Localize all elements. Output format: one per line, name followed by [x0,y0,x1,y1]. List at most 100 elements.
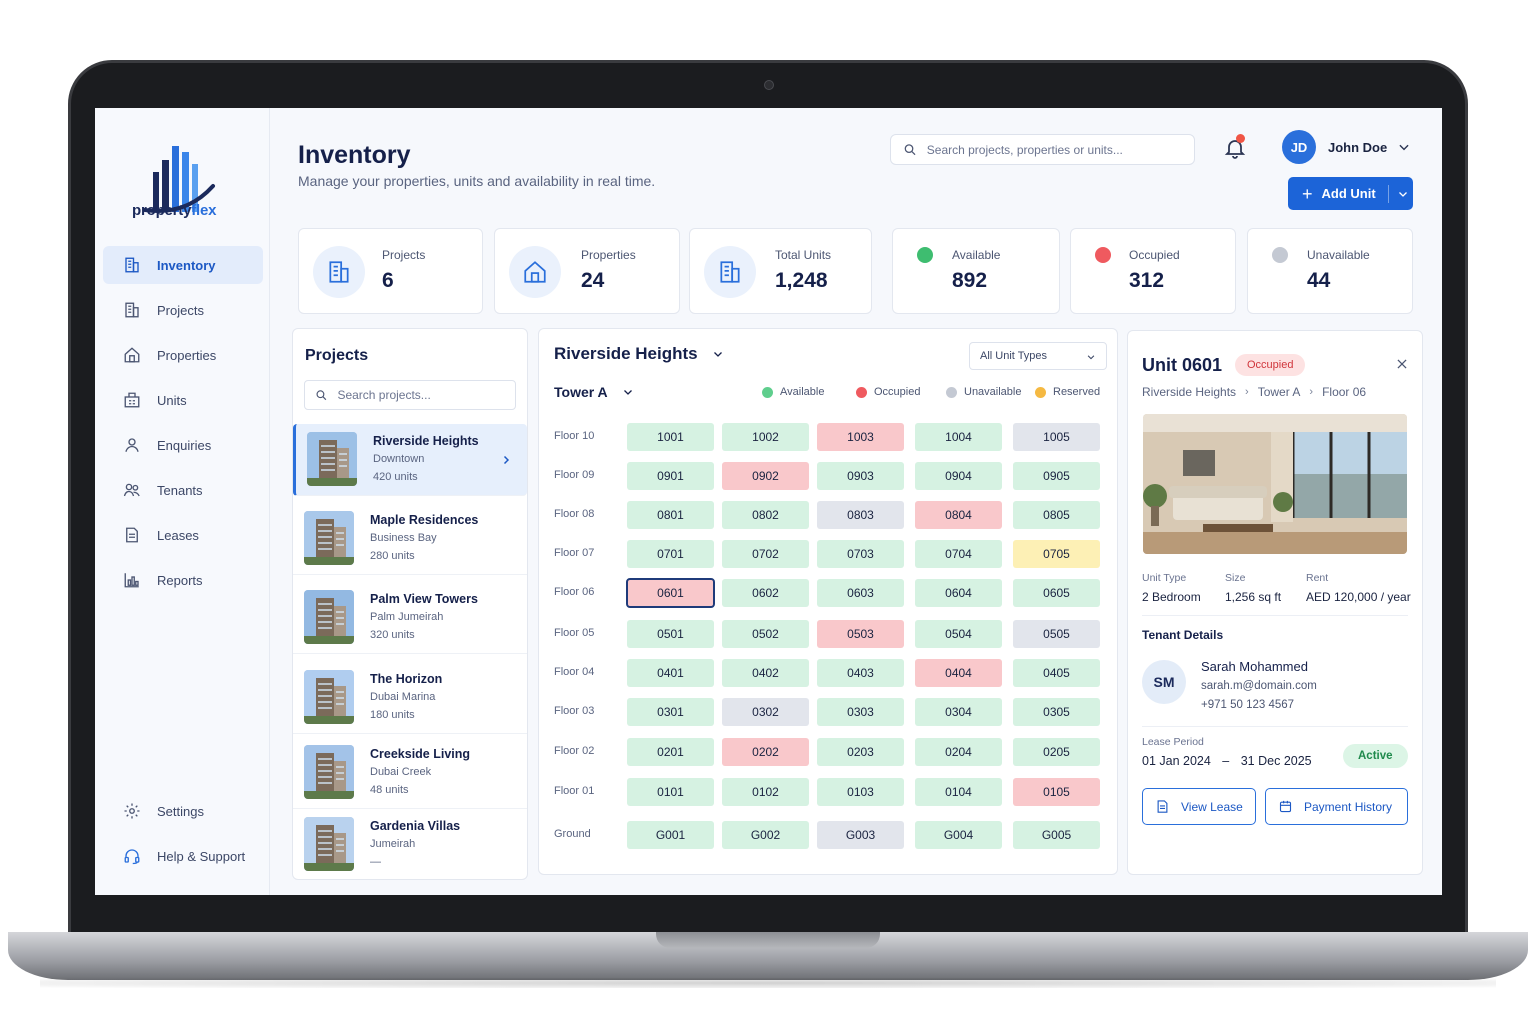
unit-cell[interactable]: 0101 [627,778,714,806]
unit-cell[interactable]: 0803 [817,501,904,529]
unit-cell[interactable]: 0703 [817,540,904,568]
unit-cell[interactable]: 0801 [627,501,714,529]
unit-cell[interactable]: 0404 [915,659,1002,687]
unit-cell[interactable]: 0904 [915,462,1002,490]
chevron-down-icon[interactable] [1397,140,1411,154]
unit-cell[interactable]: G005 [1013,821,1100,849]
brand-name: propertyflex [132,202,217,219]
sidebar-item-settings[interactable]: Settings [103,792,263,830]
unit-cell[interactable]: 1005 [1013,423,1100,451]
project-item[interactable]: The Horizon Dubai Marina 180 units [293,662,527,734]
sidebar-item-tenants[interactable]: Tenants [103,471,263,509]
tower-name: Tower A [554,384,608,400]
project-item[interactable]: Riverside Heights Downtown 420 units [293,424,527,496]
unit-cell[interactable]: 0902 [722,462,809,490]
sidebar-item-reports[interactable]: Reports [103,561,263,599]
unit-cell[interactable]: 0304 [915,698,1002,726]
tenant-email[interactable]: sarah.m@domain.com [1201,680,1317,692]
sidebar-item-help[interactable]: Help & Support [103,837,263,875]
lease-separator: – [1222,754,1230,768]
unit-cell[interactable]: 0701 [627,540,714,568]
unit-cell[interactable]: 0601 [626,578,715,608]
document-icon [126,527,138,543]
unit-cell[interactable]: 1004 [915,423,1002,451]
global-search[interactable] [890,134,1195,165]
tenant-phone[interactable]: +971 50 123 4567 [1201,699,1294,711]
unit-cell[interactable]: 0805 [1013,501,1100,529]
legend-reserved: Reserved [1035,386,1100,398]
project-item[interactable]: Maple Residences Business Bay 280 units [293,503,527,575]
unit-cell[interactable]: 0503 [817,620,904,648]
unit-type-select[interactable]: All Unit Types [969,342,1107,370]
chevron-down-icon[interactable] [622,386,634,398]
unit-cell[interactable]: G004 [915,821,1002,849]
breadcrumb-item[interactable]: Riverside Heights [1142,385,1236,399]
unit-cell[interactable]: 0602 [722,579,809,607]
chevron-down-icon[interactable] [1397,188,1409,200]
sidebar-item-units[interactable]: Units [103,381,263,419]
sidebar-item-leases[interactable]: Leases [103,516,263,554]
unit-cell[interactable]: 0502 [722,620,809,648]
view-lease-button[interactable]: View Lease [1142,788,1256,825]
close-icon[interactable] [1395,357,1409,371]
unit-cell[interactable]: 0504 [915,620,1002,648]
breadcrumb-item[interactable]: Tower A [1258,385,1301,399]
unit-cell[interactable]: 0203 [817,738,904,766]
sidebar-item-inventory[interactable]: Inventory [103,246,263,284]
unit-cell[interactable]: G002 [722,821,809,849]
unit-cell[interactable]: 0305 [1013,698,1100,726]
sidebar-item-properties[interactable]: Properties [103,336,263,374]
unit-cell[interactable]: 0303 [817,698,904,726]
unit-cell[interactable]: 0104 [915,778,1002,806]
unit-cell[interactable]: 0901 [627,462,714,490]
unit-cell[interactable]: 0802 [722,501,809,529]
unit-cell[interactable]: 0102 [722,778,809,806]
search-input[interactable] [926,142,1194,157]
unit-cell[interactable]: 0402 [722,659,809,687]
unit-cell[interactable]: 0401 [627,659,714,687]
unit-cell[interactable]: 0205 [1013,738,1100,766]
unit-cell[interactable]: 1001 [627,423,714,451]
unit-cell[interactable]: 0705 [1013,540,1100,568]
unit-cell[interactable]: G001 [627,821,714,849]
unit-cell[interactable]: G003 [817,821,904,849]
project-item[interactable]: Gardenia Villas Jumeirah — [293,809,527,879]
projects-search[interactable] [304,380,516,410]
user-name[interactable]: John Doe [1328,140,1387,155]
unit-cell[interactable]: 0603 [817,579,904,607]
sidebar-item-enquiries[interactable]: Enquiries [103,426,263,464]
building-icon [329,261,349,283]
unit-cell[interactable]: 0405 [1013,659,1100,687]
unit-cell[interactable]: 0905 [1013,462,1100,490]
unit-cell[interactable]: 0604 [915,579,1002,607]
unit-cell[interactable]: 0505 [1013,620,1100,648]
unit-cell[interactable]: 0302 [722,698,809,726]
unit-cell[interactable]: 0201 [627,738,714,766]
unit-cell[interactable]: 0202 [722,738,809,766]
project-item[interactable]: Palm View Towers Palm Jumeirah 320 units [293,582,527,654]
project-item[interactable]: Creekside Living Dubai Creek 48 units [293,737,527,809]
breadcrumb-item[interactable]: Floor 06 [1322,385,1366,399]
add-unit-button[interactable]: + Add Unit [1288,177,1413,210]
sidebar-item-projects[interactable]: Projects [103,291,263,329]
unit-cell[interactable]: 1002 [722,423,809,451]
unit-cell[interactable]: 0403 [817,659,904,687]
search-input[interactable] [337,388,515,402]
unit-cell[interactable]: 1003 [817,423,904,451]
unit-cell[interactable]: 0204 [915,738,1002,766]
unit-cell[interactable]: 0105 [1013,778,1100,806]
tower-selector[interactable]: Tower A [554,384,634,400]
unit-cell[interactable]: 0103 [817,778,904,806]
unit-cell[interactable]: 0501 [627,620,714,648]
unit-cell[interactable]: 0605 [1013,579,1100,607]
unit-cell[interactable]: 0903 [817,462,904,490]
unit-cell[interactable]: 0804 [915,501,1002,529]
unit-cell[interactable]: 0704 [915,540,1002,568]
stat-label: Total Units [775,248,832,262]
unit-cell[interactable]: 0702 [722,540,809,568]
unit-cell[interactable]: 0301 [627,698,714,726]
project-selector[interactable]: Riverside Heights [554,344,724,364]
payment-history-button[interactable]: Payment History [1265,788,1408,825]
chevron-down-icon[interactable] [712,348,724,360]
avatar[interactable]: JD [1282,130,1316,164]
